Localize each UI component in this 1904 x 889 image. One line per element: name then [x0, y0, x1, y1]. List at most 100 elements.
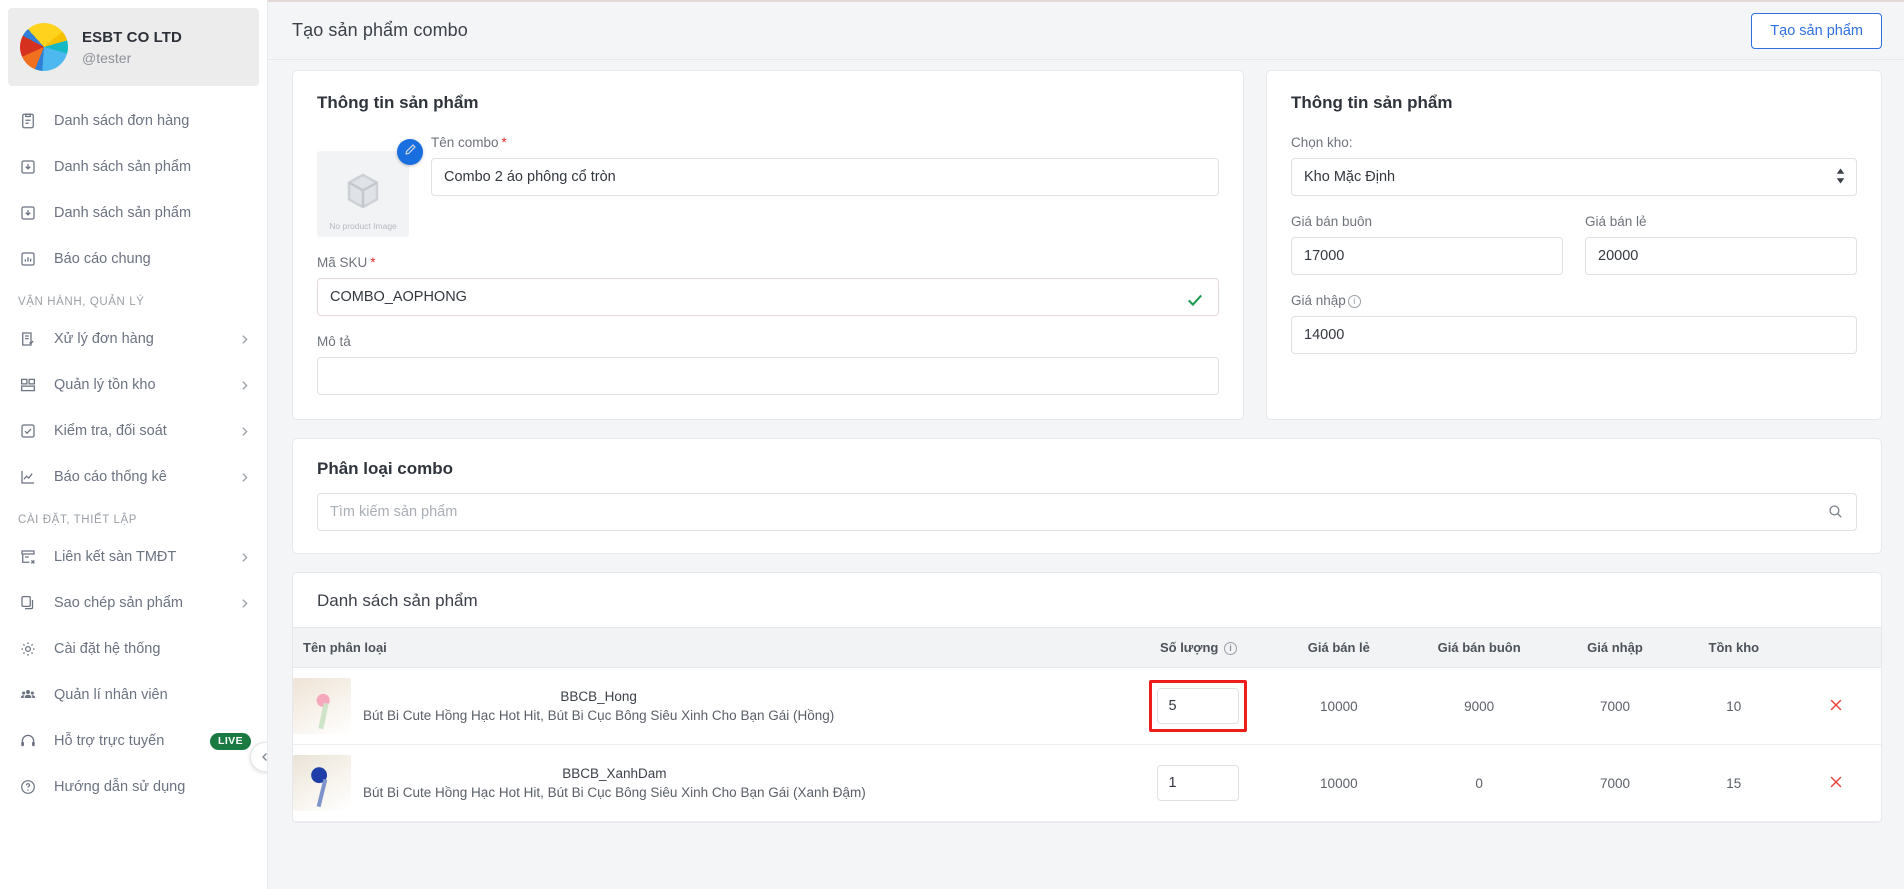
gear-icon — [18, 639, 38, 659]
right-card-title: Thông tin sản phẩm — [1291, 93, 1453, 112]
search-icon[interactable] — [1827, 503, 1844, 525]
sidebar-item-quan-ly-ton-kho[interactable]: Quản lý tồn kho — [0, 362, 267, 408]
sidebar-item-ho-tro-truc-tuyen[interactable]: Hỗ trợ trực tuyến LIVE — [0, 718, 267, 764]
required-asterisk: * — [370, 255, 376, 270]
row-product-cell: BBCB_XanhDam Bút Bi Cute Hồng Hạc Hot Hi… — [293, 744, 1125, 822]
row-retail-price: 10000 — [1272, 744, 1406, 822]
order-process-icon — [18, 329, 38, 349]
inventory-icon — [18, 375, 38, 395]
sidebar-item-danh-sach-san-pham-2[interactable]: Danh sách sản phẩm — [0, 190, 267, 236]
sidebar-item-label: Liên kết sàn TMĐT — [54, 549, 177, 565]
product-image-caption: No product Image — [329, 221, 397, 231]
info-icon[interactable]: i — [1223, 642, 1237, 655]
quantity-input[interactable] — [1157, 688, 1240, 724]
live-badge: LIVE — [210, 732, 251, 750]
sidebar-item-huong-dan-su-dung[interactable]: Hướng dẫn sử dụng — [0, 764, 267, 810]
brand-header[interactable]: ESBT CO LTD @tester — [8, 8, 259, 86]
line-chart-icon — [18, 467, 38, 487]
sidebar-nav: Danh sách đơn hàng Danh sách sản phẩm Da… — [0, 86, 267, 810]
sidebar-item-bao-cao-thong-ke[interactable]: Báo cáo thống kê — [0, 454, 267, 500]
warehouse-select[interactable] — [1291, 158, 1857, 196]
col-header-actions — [1790, 627, 1881, 668]
wholesale-price-field: Giá bán buôn — [1291, 214, 1563, 275]
sidebar-item-cai-dat-he-thong[interactable]: Cài đặt hệ thống — [0, 626, 267, 672]
description-label: Mô tả — [317, 334, 351, 349]
download-box-icon — [18, 157, 38, 177]
left-card-title: Thông tin sản phẩm — [317, 93, 479, 112]
copy-icon — [18, 593, 38, 613]
sidebar-item-label: Báo cáo thống kê — [54, 469, 167, 485]
quantity-highlight-box — [1149, 680, 1248, 732]
sidebar-item-label: Sao chép sản phẩm — [54, 595, 183, 611]
sidebar: ESBT CO LTD @tester Danh sách đơn hàng D… — [0, 0, 268, 889]
col-header-retail: Giá bán lẻ — [1272, 627, 1406, 668]
sidebar-item-danh-sach-san-pham-1[interactable]: Danh sách sản phẩm — [0, 144, 267, 190]
row-stock: 10 — [1677, 667, 1791, 745]
col-header-quantity-text: Số lượng — [1159, 640, 1219, 655]
sidebar-item-sao-chep-san-pham[interactable]: Sao chép sản phẩm — [0, 580, 267, 626]
import-price-input[interactable] — [1291, 316, 1857, 354]
sidebar-item-label: Danh sách đơn hàng — [54, 113, 190, 129]
sidebar-item-kiem-tra-doi-soat[interactable]: Kiểm tra, đối soát — [0, 408, 267, 454]
product-thumbnail — [293, 678, 351, 734]
sidebar-item-label: Danh sách sản phẩm — [54, 159, 192, 175]
download-box-icon — [18, 203, 38, 223]
sidebar-item-label: Báo cáo chung — [54, 251, 151, 267]
row-quantity-cell — [1124, 744, 1273, 822]
pencil-icon — [404, 143, 416, 155]
warehouse-select-wrap[interactable] — [1291, 158, 1857, 196]
retail-price-input[interactable] — [1585, 237, 1857, 275]
product-table: Tên phân loại Số lượng i Giá bán lẻ Giá … — [293, 627, 1881, 822]
sidebar-item-quan-li-nhan-vien[interactable]: Quản lí nhân viên — [0, 672, 267, 718]
company-logo-icon — [20, 23, 68, 71]
question-circle-icon — [18, 777, 38, 797]
product-sku: BBCB_Hong — [560, 689, 637, 704]
chevron-right-icon — [238, 471, 251, 484]
row-actions — [1790, 667, 1881, 745]
required-asterisk: * — [501, 135, 507, 150]
bar-chart-icon — [18, 249, 38, 269]
combo-name-label: Tên combo * — [431, 135, 1219, 150]
sidebar-item-label: Kiểm tra, đối soát — [54, 423, 167, 439]
sku-input[interactable] — [317, 278, 1219, 316]
sidebar-item-xu-ly-don-hang[interactable]: Xử lý đơn hàng — [0, 316, 267, 362]
app-root: ESBT CO LTD @tester Danh sách đơn hàng D… — [0, 0, 1904, 889]
wholesale-price-input[interactable] — [1291, 237, 1563, 275]
remove-row-icon[interactable] — [1827, 773, 1845, 791]
product-texts: BBCB_Hong Bút Bi Cute Hồng Hạc Hot Hit, … — [363, 689, 834, 723]
remove-row-icon[interactable] — [1827, 696, 1845, 714]
main-area: Tạo sản phẩm combo Tạo sản phẩm Thông ti… — [268, 0, 1904, 889]
combo-name-input[interactable] — [431, 158, 1219, 196]
row-actions — [1790, 744, 1881, 822]
product-search-input[interactable] — [317, 493, 1857, 531]
description-input[interactable] — [317, 357, 1219, 395]
create-product-button[interactable]: Tạo sản phẩm — [1751, 12, 1882, 49]
sidebar-item-label: Danh sách sản phẩm — [54, 205, 192, 221]
sidebar-item-danh-sach-don-hang[interactable]: Danh sách đơn hàng — [0, 98, 267, 144]
quantity-input[interactable] — [1157, 765, 1240, 801]
import-price-field: Giá nhập i — [1291, 293, 1857, 354]
info-icon[interactable]: i — [1347, 295, 1361, 308]
row-wholesale-price: 0 — [1405, 744, 1553, 822]
sidebar-item-bao-cao-chung[interactable]: Báo cáo chung — [0, 236, 267, 282]
description-field-wrap: Mô tả — [317, 334, 1219, 395]
combo-category-card: Phân loại combo — [292, 438, 1882, 554]
sidebar-item-label: Hỗ trợ trực tuyến — [54, 733, 165, 749]
company-handle: @tester — [82, 49, 132, 66]
sku-label: Mã SKU * — [317, 255, 1219, 270]
sku-field-wrap: Mã SKU * — [317, 255, 1219, 316]
headset-icon — [18, 731, 38, 751]
left-card-body: No product Image Tên combo * — [317, 135, 1219, 237]
retail-price-field: Giá bán lẻ — [1585, 214, 1857, 275]
combo-search-wrap — [317, 493, 1857, 531]
chevron-right-icon — [238, 333, 251, 346]
col-header-quantity: Số lượng i — [1124, 627, 1273, 668]
row-quantity-cell — [1124, 667, 1273, 745]
sidebar-item-lien-ket-san-tmdt[interactable]: Liên kết sàn TMĐT — [0, 534, 267, 580]
sku-label-text: Mã SKU — [317, 255, 368, 270]
chevron-left-icon — [262, 753, 267, 761]
sidebar-section-settings: CÀI ĐẶT, THIẾT LẬP — [18, 514, 138, 526]
product-image-placeholder[interactable]: No product Image — [317, 139, 423, 237]
table-row: BBCB_XanhDam Bút Bi Cute Hồng Hạc Hot Hi… — [293, 744, 1881, 822]
edit-image-button[interactable] — [397, 139, 423, 165]
